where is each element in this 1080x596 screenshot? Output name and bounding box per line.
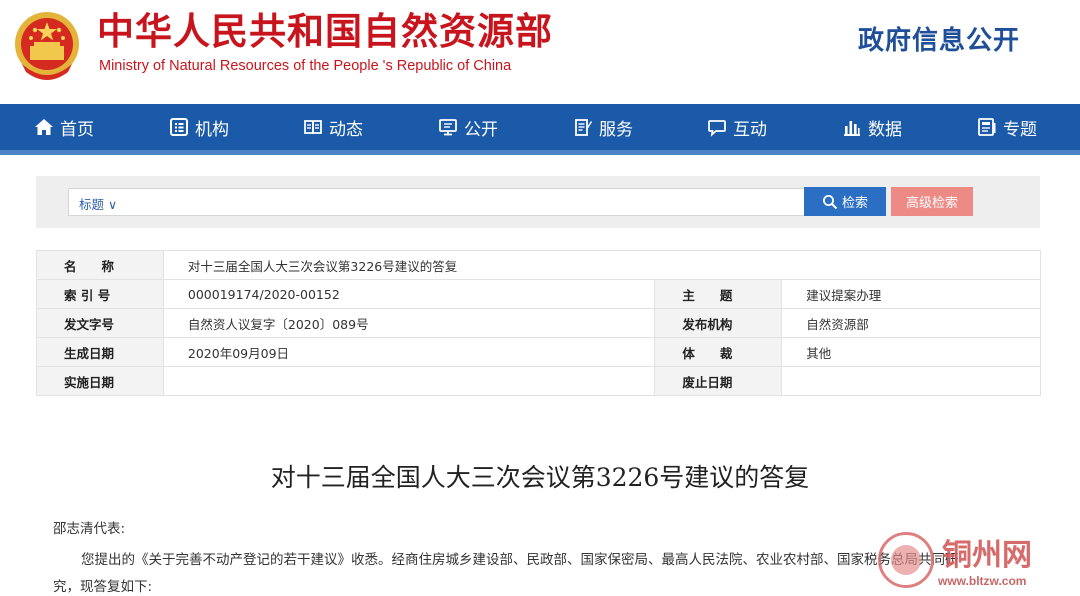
search-icon <box>822 194 838 209</box>
search-input[interactable]: 标题 ∨ <box>68 188 834 216</box>
nav-item-label: 互动 <box>733 119 767 140</box>
index-label: 索 引 号 <box>36 279 164 309</box>
nav-item-data[interactable]: 数据 <box>842 104 902 150</box>
org-icon <box>170 118 188 136</box>
name-label: 名 称 <box>36 250 164 280</box>
monitor-icon <box>439 119 457 136</box>
nav-item-topic[interactable]: 专题 <box>977 104 1037 150</box>
nav-item-label: 数据 <box>868 119 902 140</box>
docno-value: 自然资人议复字〔2020〕089号 <box>162 308 656 338</box>
article-paragraph: 您提出的《关于完善不动产登记的若干建议》收悉。经商住房城乡建设部、民政部、国家保… <box>81 552 959 568</box>
search-button-label: 检索 <box>841 196 868 211</box>
table-row: 发文字号 自然资人议复字〔2020〕089号 发布机构 自然资源部 <box>36 308 1041 338</box>
gov-info-open-title[interactable]: 政府信息公开 <box>858 20 1020 57</box>
nav-item-public[interactable]: 公开 <box>438 104 498 150</box>
document-icon <box>575 119 592 136</box>
watermark-seal-icon <box>878 532 934 588</box>
subject-value: 建议提案办理 <box>781 279 1041 309</box>
abolish-date-label: 废止日期 <box>654 366 783 396</box>
nav-item-label: 动态 <box>329 119 363 140</box>
date-label: 生成日期 <box>36 337 164 367</box>
issuer-value: 自然资源部 <box>781 308 1041 338</box>
issuer-label: 发布机构 <box>654 308 783 338</box>
search-button[interactable]: 检索 <box>804 187 886 216</box>
nav-underline <box>0 150 1080 155</box>
bar-chart-icon <box>844 121 860 136</box>
name-value: 对十三届全国人大三次会议第3226号建议的答复 <box>162 250 1042 280</box>
main-nav: 首页 机构 动态 公开 服务 互动 数据 专题 <box>0 104 1080 150</box>
genre-label: 体 裁 <box>654 337 783 367</box>
nav-item-service[interactable]: 服务 <box>573 104 633 150</box>
nav-item-news[interactable]: 动态 <box>303 104 363 150</box>
chat-icon <box>708 120 726 137</box>
book-icon <box>304 120 322 135</box>
nav-item-home[interactable]: 首页 <box>34 104 94 150</box>
national-emblem-icon[interactable] <box>12 8 82 84</box>
article-salutation: 邵志清代表: <box>53 521 126 537</box>
effective-date-label: 实施日期 <box>36 366 164 396</box>
date-value: 2020年09月09日 <box>162 337 656 367</box>
nav-item-label: 专题 <box>1003 119 1037 140</box>
search-field-select[interactable]: 标题 ∨ <box>79 194 117 213</box>
docno-label: 发文字号 <box>36 308 164 338</box>
nav-item-label: 服务 <box>599 119 633 140</box>
abolish-date-value <box>781 366 1041 396</box>
article-title: 对十三届全国人大三次会议第3226号建议的答复 <box>270 463 810 492</box>
nav-item-label: 首页 <box>60 119 94 140</box>
effective-date-value <box>162 366 656 396</box>
site-title[interactable]: 中华人民共和国自然资源部 <box>97 6 553 58</box>
site-subtitle: Ministry of Natural Resources of the Peo… <box>99 58 512 74</box>
table-row: 索 引 号 000019174/2020-00152 主 题 建议提案办理 <box>36 279 1041 309</box>
table-row: 名 称 对十三届全国人大三次会议第3226号建议的答复 <box>36 250 1042 280</box>
topic-icon <box>978 118 996 136</box>
home-icon <box>35 119 53 135</box>
nav-item-label: 机构 <box>195 119 229 140</box>
search-bar: 标题 ∨ 检索 高级检索 <box>36 176 1040 228</box>
index-value: 000019174/2020-00152 <box>162 279 656 309</box>
page: 中华人民共和国自然资源部 Ministry of Natural Resourc… <box>0 0 1080 596</box>
nav-item-interact[interactable]: 互动 <box>707 104 767 150</box>
watermark: 铜州网 www.bltzw.com <box>876 530 1076 592</box>
advanced-search-label: 高级检索 <box>905 196 958 211</box>
nav-item-org[interactable]: 机构 <box>169 104 229 150</box>
article-paragraph-continued: 究，现答复如下: <box>53 579 153 595</box>
advanced-search-button[interactable]: 高级检索 <box>891 187 973 216</box>
subject-label: 主 题 <box>654 279 783 309</box>
genre-value: 其他 <box>781 337 1041 367</box>
table-row: 生成日期 2020年09月09日 体 裁 其他 <box>36 337 1041 367</box>
table-row: 实施日期 废止日期 <box>36 366 1041 396</box>
nav-item-label: 公开 <box>464 119 498 140</box>
document-info-table: 名 称 对十三届全国人大三次会议第3226号建议的答复 索 引 号 000019… <box>36 250 1042 396</box>
watermark-text: 铜州网 <box>942 538 1032 573</box>
site-header: 中华人民共和国自然资源部 Ministry of Natural Resourc… <box>0 0 1080 104</box>
watermark-url: www.bltzw.com <box>938 574 1027 588</box>
